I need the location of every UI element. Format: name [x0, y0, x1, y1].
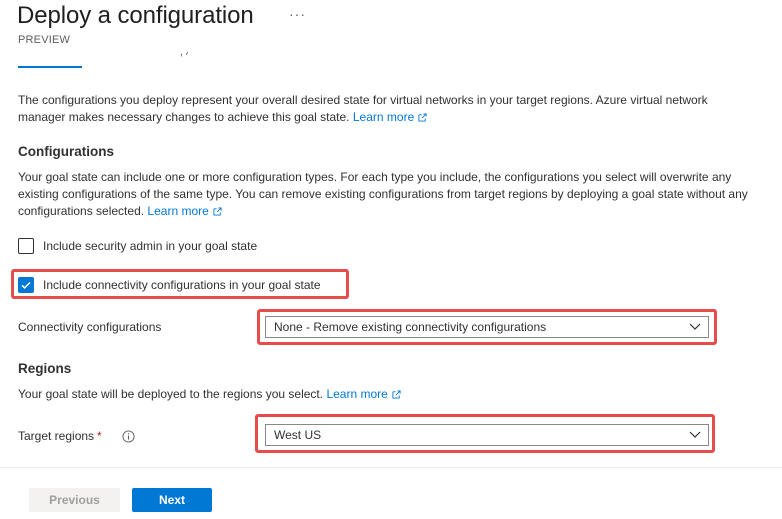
- regions-learn-more-link[interactable]: Learn more: [326, 387, 401, 401]
- configurations-learn-more-link[interactable]: Learn more: [147, 204, 222, 218]
- configurations-heading: Configurations: [18, 144, 114, 159]
- configurations-text: Your goal state can include one or more …: [18, 170, 748, 218]
- intro-learn-more-link[interactable]: Learn more: [353, 110, 427, 124]
- footer-divider: [0, 467, 782, 468]
- preview-badge: PREVIEW: [18, 34, 71, 46]
- connectivity-configurations-label: Connectivity configurations: [18, 320, 162, 334]
- target-regions-label: Target regions *: [18, 429, 102, 443]
- tab-active-underline: [18, 66, 82, 68]
- security-admin-label: Include security admin in your goal stat…: [43, 239, 258, 253]
- required-marker: *: [97, 429, 102, 443]
- intro-text: The configurations you deploy represent …: [18, 93, 708, 124]
- security-admin-checkbox[interactable]: [18, 238, 34, 254]
- chevron-down-icon: [689, 323, 701, 330]
- connectivity-checkbox[interactable]: [18, 277, 34, 293]
- connectivity-label: Include connectivity configurations in y…: [43, 278, 321, 292]
- connectivity-checkbox-row[interactable]: Include connectivity configurations in y…: [18, 277, 321, 293]
- info-icon[interactable]: [122, 430, 135, 443]
- target-regions-value: West US: [274, 428, 322, 442]
- external-link-icon: [392, 390, 401, 399]
- next-button[interactable]: Next: [132, 488, 212, 512]
- external-link-icon: [418, 113, 427, 122]
- external-link-icon: [213, 207, 222, 216]
- target-regions-dropdown[interactable]: West US: [265, 424, 709, 446]
- connectivity-configurations-dropdown[interactable]: None - Remove existing connectivity conf…: [265, 316, 709, 338]
- regions-text: Your goal state will be deployed to the …: [18, 386, 748, 403]
- more-options-icon[interactable]: ···: [289, 6, 306, 22]
- regions-heading: Regions: [18, 361, 72, 376]
- page-title: Deploy a configuration: [17, 2, 254, 29]
- security-admin-checkbox-row[interactable]: Include security admin in your goal stat…: [18, 238, 257, 254]
- chevron-down-icon: [689, 431, 701, 438]
- previous-button[interactable]: Previous: [29, 488, 120, 512]
- connectivity-dropdown-value: None - Remove existing connectivity conf…: [274, 320, 547, 334]
- checkmark-icon: [21, 281, 31, 289]
